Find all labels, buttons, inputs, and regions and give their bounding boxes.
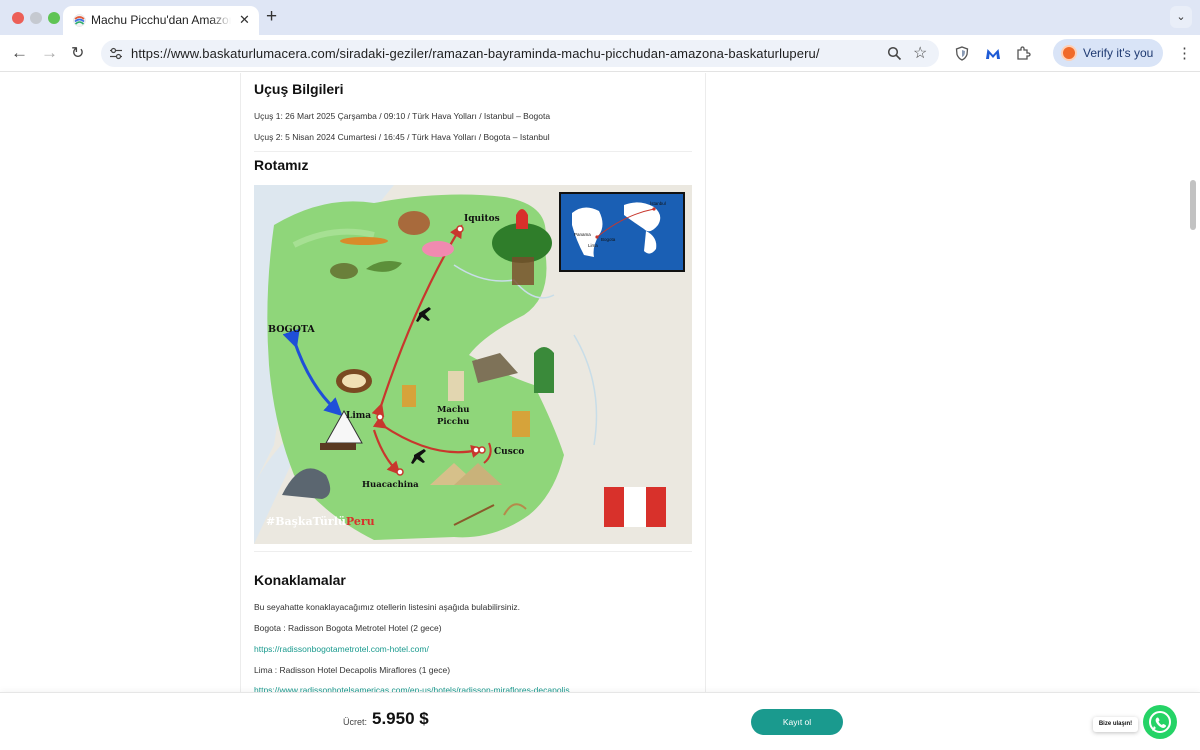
extensions-puzzle-icon[interactable]: [1016, 46, 1031, 61]
accommodation-heading: Konaklamalar: [254, 572, 346, 588]
route-map-image: İstanbul Panama Bogota Lima Iquitos BOGO…: [254, 185, 692, 544]
map-label-cusco: Cusco: [494, 447, 524, 457]
hotel-1-text: Bogota : Radisson Bogota Metrotel Hotel …: [254, 623, 442, 633]
bookmark-star-icon[interactable]: ☆: [913, 43, 927, 63]
map-label-huacachina: Huacachina: [362, 480, 419, 490]
shield-extension-icon[interactable]: [955, 46, 969, 61]
whatsapp-button[interactable]: [1143, 705, 1177, 739]
hotel-1-link[interactable]: https://radissonbogotametrotel.com-hotel…: [254, 644, 429, 654]
window-minimize-button[interactable]: [30, 12, 42, 24]
site-info-tune-icon[interactable]: [109, 47, 123, 60]
flight-1-text: Uçuş 1: 26 Mart 2025 Çarşamba / 09:10 / …: [254, 111, 551, 121]
site-favicon-icon: [73, 14, 86, 27]
map-hashtag-suffix: Peru: [346, 515, 375, 528]
malwarebytes-extension-icon[interactable]: [985, 47, 1001, 60]
page-scrollbar-thumb[interactable]: [1190, 180, 1196, 230]
profile-avatar: [1061, 45, 1077, 61]
map-label-machu: Machu: [437, 405, 469, 415]
window-close-button[interactable]: [12, 12, 24, 24]
register-button[interactable]: Kayıt ol: [751, 709, 843, 735]
tab-title: Machu Picchu'dan Amazon'a Başka Türlü Pe…: [91, 13, 231, 27]
hotel-2-text: Lima : Radisson Hotel Decapolis Miraflor…: [254, 665, 451, 675]
whatsapp-tooltip: Bize ulaşın!: [1093, 717, 1138, 732]
web-page: Uçuş Bilgileri Uçuş 1: 26 Mart 2025 Çarş…: [0, 73, 1200, 750]
browser-menu-icon[interactable]: ⋮: [1177, 44, 1192, 62]
back-arrow-icon[interactable]: ←: [11, 43, 28, 63]
verify-profile-button[interactable]: Verify it's you: [1053, 39, 1163, 67]
price-value: 5.950 $: [372, 709, 429, 728]
forward-arrow-icon[interactable]: →: [41, 43, 58, 63]
browser-tabstrip: Machu Picchu'dan Amazon'a Başka Türlü Pe…: [0, 0, 1200, 35]
booking-footer-bar: Ücret: 5.950 $ Kayıt ol Bize ulaşın!: [0, 692, 1200, 750]
flight-2-text: Uçuş 2: 5 Nisan 2024 Cumartesi / 16:45 /…: [254, 132, 550, 142]
address-bar[interactable]: https://www.baskaturlumacera.com/siradak…: [101, 40, 939, 67]
zoom-magnifier-icon[interactable]: [887, 46, 902, 61]
inset-label-bogota: Bogota: [601, 237, 616, 242]
whatsapp-icon: [1149, 711, 1171, 733]
section-divider: [254, 151, 692, 152]
window-zoom-button[interactable]: [48, 12, 60, 24]
new-tab-icon[interactable]: +: [266, 6, 277, 28]
price-label: Ücret:: [343, 717, 368, 727]
browser-toolbar: ← → ↻ https://www.baskaturlumacera.com/s…: [0, 35, 1200, 72]
verify-label: Verify it's you: [1083, 46, 1154, 60]
url-text[interactable]: https://www.baskaturlumacera.com/siradak…: [131, 46, 820, 61]
map-hashtag-prefix: #BaşkaTürlüPeru: [266, 515, 375, 528]
map-label-lima: Lima: [346, 411, 371, 421]
tab-search-chevron-icon[interactable]: ⌄: [1170, 6, 1192, 28]
inset-label-lima: Lima: [588, 243, 598, 248]
tab-close-icon[interactable]: ✕: [239, 12, 250, 28]
route-heading: Rotamız: [254, 157, 309, 173]
inset-label-istanbul: İstanbul: [650, 200, 666, 206]
main-content-column: Uçuş Bilgileri Uçuş 1: 26 Mart 2025 Çarş…: [240, 73, 706, 750]
map-label-bogota: BOGOTA: [268, 324, 315, 335]
accommodation-intro: Bu seyahatte konaklayacağımız otellerin …: [254, 602, 521, 612]
browser-tab-active[interactable]: Machu Picchu'dan Amazon'a Başka Türlü Pe…: [63, 6, 259, 35]
flights-heading: Uçuş Bilgileri: [254, 81, 344, 97]
inset-label-panama: Panama: [574, 232, 591, 237]
section-divider: [254, 551, 692, 552]
map-label-iquitos: Iquitos: [464, 214, 500, 224]
map-label-picchu: Picchu: [437, 417, 469, 427]
reload-icon[interactable]: ↻: [71, 43, 84, 63]
